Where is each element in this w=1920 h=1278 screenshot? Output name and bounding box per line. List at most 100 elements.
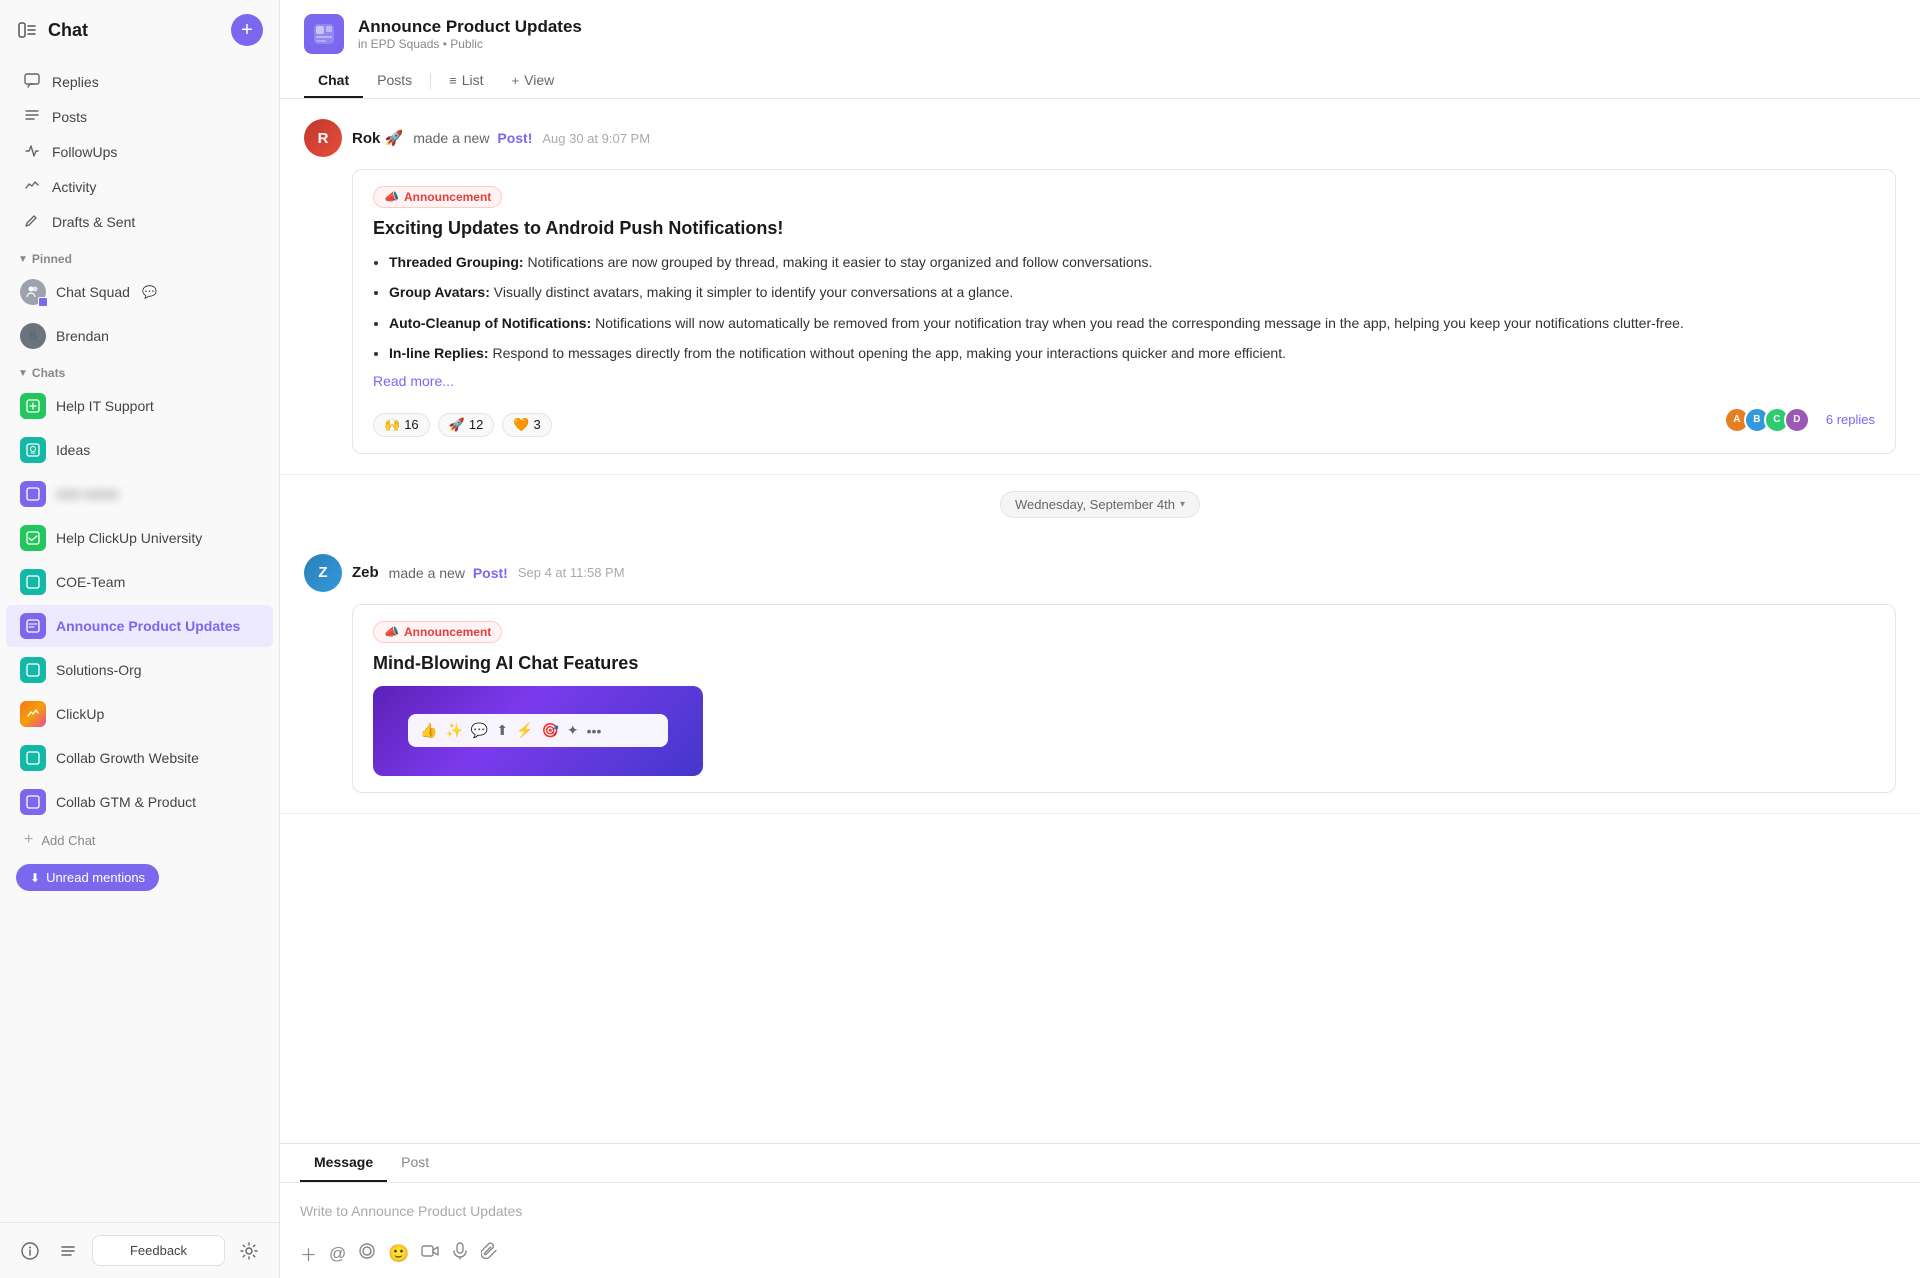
chat-area: R Rok 🚀 made a new Post! Aug 30 at 9:07 …	[280, 99, 1920, 1143]
thumbsup-icon[interactable]: 👍	[420, 722, 437, 739]
sidebar-item-brendan[interactable]: B Brendan	[6, 315, 273, 357]
ideas-avatar	[20, 437, 46, 463]
input-at-icon[interactable]: @	[329, 1244, 346, 1264]
author-zeb: Zeb	[352, 564, 379, 581]
channel-icon	[304, 14, 344, 54]
tab-view[interactable]: + View	[498, 64, 569, 98]
target-icon[interactable]: 🎯	[541, 722, 558, 739]
followups-icon	[24, 143, 42, 161]
reactions-row-rok: 🙌 16 🚀 12 🧡 3	[373, 413, 552, 437]
tab-chat-label: Chat	[318, 72, 349, 88]
unread-mentions-label: Unread mentions	[46, 870, 145, 885]
post-link-rok[interactable]: Post!	[497, 130, 532, 146]
footer-list-icon[interactable]	[54, 1237, 82, 1265]
announcement-badge-zeb-text: Announcement	[404, 625, 491, 639]
sidebar-item-collab-growth[interactable]: Collab Growth Website	[6, 737, 273, 779]
sidebar-item-posts[interactable]: Posts	[6, 100, 273, 134]
unread-mentions-container: ⬇ Unread mentions	[0, 856, 279, 899]
sidebar-collapse-icon[interactable]	[16, 19, 38, 41]
announce-avatar	[20, 613, 46, 639]
sidebar-item-clickup-label: ClickUp	[56, 706, 104, 722]
sidebar-item-followups[interactable]: FollowUps	[6, 135, 273, 169]
bolt-icon[interactable]: ⚡	[516, 722, 533, 739]
unread-mentions-arrow-icon: ⬇	[30, 871, 40, 885]
sidebar-nav: Replies Posts FollowUps Activity	[0, 60, 279, 244]
reaction-clap[interactable]: 🙌 16	[373, 413, 430, 437]
view-plus-icon: +	[512, 73, 520, 88]
sidebar-item-announce-label: Announce Product Updates	[56, 618, 240, 634]
sidebar-item-clickup[interactable]: ClickUp	[6, 693, 273, 735]
sidebar-item-replies[interactable]: Replies	[6, 65, 273, 99]
sparkles-icon[interactable]: ✦	[567, 722, 579, 739]
input-video-icon[interactable]	[421, 1242, 439, 1265]
input-tab-post[interactable]: Post	[387, 1144, 443, 1182]
read-more-link[interactable]: Read more...	[373, 373, 1875, 389]
feedback-button[interactable]: Feedback	[92, 1235, 225, 1266]
posts-icon	[24, 108, 42, 126]
reaction-rocket-count: 12	[469, 417, 483, 432]
input-plus-icon[interactable]: ＋	[300, 1241, 317, 1266]
input-attachment-icon[interactable]	[481, 1242, 499, 1265]
tab-chat[interactable]: Chat	[304, 64, 363, 98]
sidebar-item-blurred[interactable]: ••••• •••••••	[6, 473, 273, 515]
reaction-heart[interactable]: 🧡 3	[502, 413, 551, 437]
reply-avatars: A B C D	[1724, 407, 1810, 433]
pinned-section-label[interactable]: ▼ Pinned	[0, 244, 279, 270]
main-header-top: Announce Product Updates in EPD Squads •…	[304, 14, 1896, 54]
input-tab-message[interactable]: Message	[300, 1144, 387, 1182]
sidebar-item-brendan-label: Brendan	[56, 328, 109, 344]
date-divider: Wednesday, September 4th ▾	[280, 475, 1920, 534]
coe-avatar	[20, 569, 46, 595]
sidebar-item-solutions-org[interactable]: Solutions-Org	[6, 649, 273, 691]
list-icon: ≡	[449, 73, 457, 88]
input-mic-icon[interactable]	[451, 1242, 469, 1265]
reaction-rocket[interactable]: 🚀 12	[438, 413, 495, 437]
sidebar-item-help-clickup[interactable]: Help ClickUp University	[6, 517, 273, 559]
footer-info-icon[interactable]	[16, 1237, 44, 1265]
tab-list[interactable]: ≡ List	[435, 64, 497, 98]
announcement-badge-icon: 📣	[384, 190, 399, 204]
more-icon[interactable]: •••	[587, 723, 602, 739]
add-chat-button[interactable]: + Add Chat	[6, 825, 273, 855]
announcement-title-rok: Exciting Updates to Android Push Notific…	[373, 218, 1875, 239]
tab-posts-label: Posts	[377, 72, 412, 88]
input-tabs: Message Post	[280, 1144, 1920, 1183]
announcement-badge-zeb: 📣 Announcement	[373, 621, 502, 643]
message-block-rok: R Rok 🚀 made a new Post! Aug 30 at 9:07 …	[280, 99, 1920, 475]
tab-posts[interactable]: Posts	[363, 64, 426, 98]
input-mention-icon[interactable]	[358, 1242, 376, 1265]
drafts-icon	[24, 213, 42, 231]
time-zeb: Sep 4 at 11:58 PM	[518, 565, 625, 580]
sidebar-item-drafts[interactable]: Drafts & Sent	[6, 205, 273, 239]
unread-mentions-button[interactable]: ⬇ Unread mentions	[16, 864, 159, 891]
input-emoji-icon[interactable]: 🙂	[388, 1244, 409, 1264]
add-button[interactable]: +	[231, 14, 263, 46]
sidebar-item-coe-team[interactable]: COE-Team	[6, 561, 273, 603]
sidebar-footer: Feedback	[0, 1222, 279, 1278]
reply-count[interactable]: 6 replies	[1826, 412, 1875, 427]
sparkle-icon[interactable]: ✨	[445, 722, 462, 739]
time-rok: Aug 30 at 9:07 PM	[542, 131, 650, 146]
sidebar-item-collab-gtm[interactable]: Collab GTM & Product	[6, 781, 273, 823]
date-pill[interactable]: Wednesday, September 4th ▾	[1000, 491, 1200, 518]
sidebar-item-posts-label: Posts	[52, 109, 87, 125]
chats-section-label[interactable]: ▼ Chats	[0, 358, 279, 384]
chats-arrow: ▼	[18, 368, 28, 379]
message-input-field[interactable]: Write to Announce Product Updates	[300, 1197, 1900, 1225]
collab-gtm-avatar	[20, 789, 46, 815]
blurred-avatar	[20, 481, 46, 507]
announcement-card-zeb: 📣 Announcement Mind-Blowing AI Chat Feat…	[352, 604, 1896, 793]
chat-icon[interactable]: 💬	[471, 722, 488, 739]
sidebar-item-activity[interactable]: Activity	[6, 170, 273, 204]
gear-icon[interactable]	[235, 1237, 263, 1265]
sidebar-item-chat-squad[interactable]: Chat Squad 💬	[6, 271, 273, 313]
upload-icon[interactable]: ⬆	[496, 722, 508, 739]
post-link-zeb[interactable]: Post!	[473, 565, 508, 581]
chat-squad-badge	[38, 297, 48, 307]
sidebar-item-help-it-label: Help IT Support	[56, 398, 154, 414]
sidebar-item-announce[interactable]: Announce Product Updates	[6, 605, 273, 647]
action-zeb: made a new Post!	[389, 565, 508, 581]
input-field-row: Write to Announce Product Updates	[280, 1183, 1920, 1233]
sidebar-item-ideas[interactable]: Ideas	[6, 429, 273, 471]
sidebar-item-help-it[interactable]: Help IT Support	[6, 385, 273, 427]
